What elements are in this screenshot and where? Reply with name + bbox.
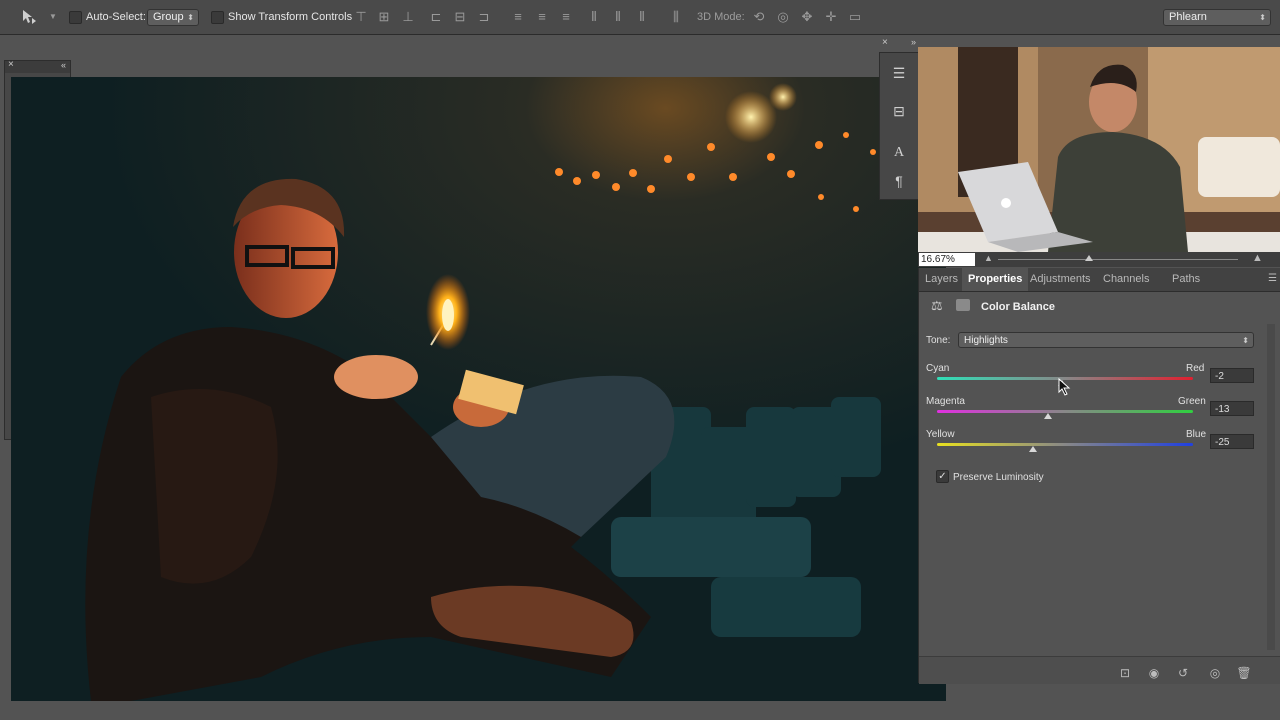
blue-label: Blue xyxy=(1186,429,1207,440)
toolbox-header[interactable]: × « xyxy=(5,59,70,73)
collapse-icon[interactable]: « xyxy=(61,60,66,70)
panel-title: Color Balance xyxy=(981,301,1055,313)
layer-mask-icon[interactable] xyxy=(956,299,970,311)
properties-panel: Layers Properties Adjustments Channels P… xyxy=(918,268,1280,684)
3d-camera-icon[interactable]: ▭ xyxy=(846,8,864,26)
workspace-dropdown[interactable]: Phlearn ⬍ xyxy=(1163,9,1271,26)
transform-controls-label: Show Transform Controls xyxy=(228,11,353,23)
mouse-cursor-icon xyxy=(1058,377,1072,399)
align-vcenter-icon[interactable]: ⊞ xyxy=(375,8,393,26)
align-hcenter-icon[interactable]: ⊟ xyxy=(451,8,469,26)
magenta-green-slider-track[interactable] xyxy=(937,410,1193,413)
panel-footer: ⊡ ◉ ↺ ◎ 🗑 xyxy=(919,656,1280,684)
transform-controls-checkbox[interactable] xyxy=(211,11,224,24)
green-label: Green xyxy=(1178,396,1206,407)
panel-menu-icon[interactable]: ☰ xyxy=(1268,273,1277,284)
magenta-green-value-field[interactable]: -13 xyxy=(1210,401,1254,416)
tab-adjustments[interactable]: Adjustments xyxy=(1024,268,1097,291)
3d-rotate-icon[interactable]: ⟲ xyxy=(750,8,768,26)
dropdown-arrows-icon: ⬍ xyxy=(1259,13,1266,22)
auto-align-icon[interactable]: ⫼ xyxy=(667,8,685,26)
navigator-bar: 16.67% ▲ ▲ xyxy=(918,252,1280,267)
workspace-value: Phlearn xyxy=(1169,11,1207,23)
dropdown-arrows-icon: ⬍ xyxy=(1242,336,1249,345)
photo-image xyxy=(11,77,946,701)
tab-layers[interactable]: Layers xyxy=(919,268,964,291)
magenta-green-slider-thumb[interactable] xyxy=(1044,413,1053,419)
move-tool-icon[interactable] xyxy=(20,8,38,26)
auto-select-value: Group xyxy=(153,11,184,23)
expand-icon[interactable]: » xyxy=(911,37,916,47)
distribute-hcenter-icon[interactable]: ⫴ xyxy=(609,8,627,26)
distribute-right-icon[interactable]: ⫴ xyxy=(633,8,651,26)
distribute-left-icon[interactable]: ⫴ xyxy=(585,8,603,26)
character-panel-icon[interactable]: A xyxy=(889,143,909,163)
yellow-blue-slider-thumb[interactable] xyxy=(1029,446,1037,452)
distribute-vcenter-icon[interactable]: ≡ xyxy=(533,8,551,26)
red-label: Red xyxy=(1186,363,1205,374)
yellow-blue-value-field[interactable]: -25 xyxy=(1210,434,1254,449)
options-bar: ▼ Auto-Select: Group ⬍ Show Transform Co… xyxy=(0,0,1280,35)
paragraph-panel-icon[interactable]: ¶ xyxy=(889,171,909,191)
zoom-field[interactable]: 16.67% xyxy=(919,253,975,266)
video-frame-image xyxy=(918,47,1280,252)
align-left-icon[interactable]: ⊏ xyxy=(427,8,445,26)
visibility-icon[interactable]: ◎ xyxy=(1207,665,1223,681)
close-icon[interactable]: × xyxy=(882,37,888,48)
zoom-slider-track[interactable] xyxy=(998,259,1238,260)
panel-scrollbar[interactable] xyxy=(1267,324,1275,650)
zoom-out-icon[interactable]: ▲ xyxy=(984,253,993,263)
strip-header: × » xyxy=(880,37,918,51)
dropdown-arrows-icon: ⬍ xyxy=(187,13,194,22)
panel-tabs: Layers Properties Adjustments Channels P… xyxy=(919,268,1280,292)
document-canvas[interactable] xyxy=(11,77,946,701)
color-balance-icon: ⚖ xyxy=(931,298,943,313)
align-bottom-icon[interactable]: ⊥ xyxy=(399,8,417,26)
yellow-blue-slider-track[interactable] xyxy=(937,443,1193,446)
reset-icon[interactable]: ↺ xyxy=(1175,665,1191,681)
3d-roll-icon[interactable]: ◎ xyxy=(774,8,792,26)
yellow-label: Yellow xyxy=(926,429,955,440)
zoom-slider-thumb[interactable] xyxy=(1085,255,1093,261)
tab-properties[interactable]: Properties xyxy=(962,268,1029,291)
tone-value: Highlights xyxy=(964,335,1008,346)
layer-comps-icon[interactable]: ⊟ xyxy=(889,101,909,121)
tab-channels[interactable]: Channels xyxy=(1097,268,1155,291)
3d-mode-label: 3D Mode: xyxy=(697,11,745,23)
checkmark-icon: ✓ xyxy=(938,471,947,482)
zoom-in-icon[interactable]: ▲ xyxy=(1252,252,1263,264)
cyan-label: Cyan xyxy=(926,363,950,374)
instructor-video xyxy=(918,47,1280,252)
magenta-label: Magenta xyxy=(926,396,965,407)
panel-dock-strip: × » ☰ ⊟ A ¶ xyxy=(879,37,919,200)
3d-pan-icon[interactable]: ✥ xyxy=(798,8,816,26)
preserve-luminosity-label: Preserve Luminosity xyxy=(953,472,1044,483)
tab-paths[interactable]: Paths xyxy=(1166,268,1206,291)
distribute-top-icon[interactable]: ≡ xyxy=(509,8,527,26)
3d-slide-icon[interactable]: ✛ xyxy=(822,8,840,26)
distribute-bottom-icon[interactable]: ≡ xyxy=(557,8,575,26)
align-top-icon[interactable]: ⊤ xyxy=(352,8,370,26)
cyan-red-value-field[interactable]: -2 xyxy=(1210,368,1254,383)
auto-select-label: Auto-Select: xyxy=(86,11,146,23)
clip-to-layer-icon[interactable]: ⊡ xyxy=(1117,665,1133,681)
delete-icon[interactable]: 🗑 xyxy=(1236,665,1252,681)
close-icon[interactable]: × xyxy=(8,59,14,70)
adjustments-panel-icon[interactable]: ☰ xyxy=(889,63,909,83)
view-previous-icon[interactable]: ◉ xyxy=(1146,665,1162,681)
tone-label: Tone: xyxy=(926,335,951,346)
align-right-icon[interactable]: ⊐ xyxy=(475,8,493,26)
auto-select-dropdown[interactable]: Group ⬍ xyxy=(147,9,199,26)
tone-dropdown[interactable]: Highlights ⬍ xyxy=(958,332,1254,348)
preserve-luminosity-checkbox[interactable]: ✓ xyxy=(936,470,949,483)
auto-select-checkbox[interactable] xyxy=(69,11,82,24)
tool-preset-dropdown-icon[interactable]: ▼ xyxy=(44,8,62,26)
